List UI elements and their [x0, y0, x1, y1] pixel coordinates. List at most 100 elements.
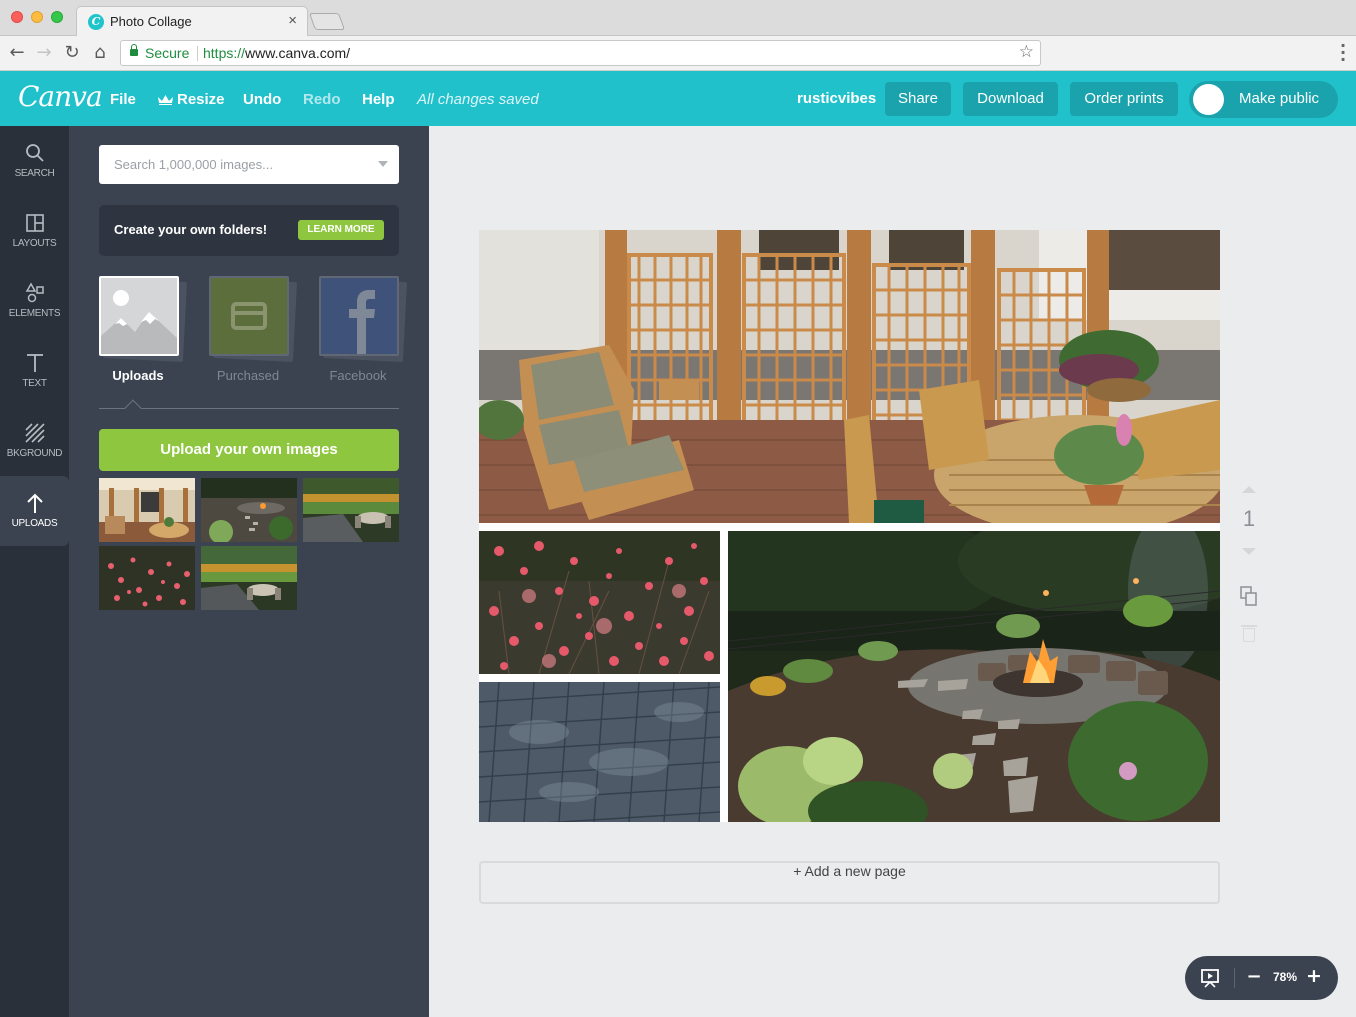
source-facebook[interactable] [319, 276, 408, 363]
address-bar[interactable]: Secure https://www.canva.com/ ☆ [120, 40, 1041, 66]
zoom-controls: − 78% + [1185, 956, 1338, 1000]
source-label-purchased[interactable]: Purchased [198, 368, 298, 383]
patio-thumbnail-image [99, 478, 195, 542]
present-icon[interactable] [1200, 968, 1220, 988]
purchased-tile [209, 276, 289, 356]
source-purchased[interactable] [209, 276, 298, 363]
browser-tab[interactable]: C Photo Collage × [76, 6, 308, 37]
pavers-photo-image [479, 682, 720, 822]
promo-text: Create your own folders! [114, 222, 268, 237]
download-button[interactable]: Download [963, 82, 1058, 116]
canva-logo[interactable]: Canva [18, 80, 103, 113]
app-header: Canva File Resize Undo Redo Help All cha… [0, 71, 1356, 126]
active-source-pointer [124, 399, 142, 417]
zoom-in-button[interactable]: + [1305, 965, 1323, 987]
save-status: All changes saved [417, 91, 539, 108]
url-text[interactable]: https://www.canva.com/ [203, 45, 350, 61]
rail-label: LAYOUTS [12, 238, 57, 249]
source-divider [99, 408, 399, 409]
firepit-photo-image [728, 531, 1220, 822]
learn-more-button[interactable]: LEARN MORE [298, 220, 384, 240]
source-label-uploads[interactable]: Uploads [88, 368, 188, 383]
rail-item-text[interactable]: TEXT [0, 336, 69, 406]
move-page-down-icon[interactable] [1242, 548, 1256, 555]
thumbnail-flowers[interactable] [99, 546, 195, 610]
menu-resize-label: Resize [177, 91, 225, 108]
rail-item-background[interactable]: BKGROUND [0, 406, 69, 476]
dining-thumbnail-image [303, 478, 399, 542]
new-tab-button[interactable] [308, 13, 346, 30]
zoom-out-button[interactable]: − [1245, 966, 1263, 987]
maximize-window-button[interactable] [51, 11, 63, 23]
rail-item-search[interactable]: SEARCH [0, 126, 69, 196]
source-label-facebook[interactable]: Facebook [308, 368, 408, 383]
secure-label: Secure [145, 45, 190, 61]
browser-toolbar: ← → ↻ ⌂ Secure https://www.canva.com/ ☆ … [0, 36, 1356, 71]
menu-redo[interactable]: Redo [303, 91, 341, 108]
menu-undo[interactable]: Undo [243, 91, 281, 108]
delete-page-icon[interactable] [1241, 625, 1257, 642]
reload-icon[interactable]: ↻ [61, 42, 83, 64]
thumbnail-patio[interactable] [99, 478, 195, 542]
background-icon [24, 423, 45, 443]
design-page[interactable] [479, 230, 1220, 822]
flowers-photo-image [479, 531, 720, 674]
firepit-thumbnail-image [201, 478, 297, 542]
forward-arrow-icon[interactable]: → [33, 42, 55, 64]
photo-patio[interactable] [479, 230, 1220, 523]
source-uploads[interactable] [99, 276, 188, 363]
thumbnail-dining-hedge[interactable] [201, 546, 297, 610]
rail-item-layouts[interactable]: LAYOUTS [0, 196, 69, 266]
make-public-toggle[interactable]: Make public [1189, 81, 1338, 118]
flowers-thumbnail-image [99, 546, 195, 610]
canva-favicon-icon: C [88, 14, 104, 30]
bookmark-star-icon[interactable]: ☆ [1019, 42, 1034, 62]
share-button[interactable]: Share [885, 82, 951, 116]
upload-images-button[interactable]: Upload your own images [99, 429, 399, 471]
username[interactable]: rusticvibes [797, 90, 876, 107]
menu-help[interactable]: Help [362, 91, 395, 108]
rail-label: ELEMENTS [8, 308, 61, 319]
close-window-button[interactable] [11, 11, 23, 23]
image-search-input[interactable] [99, 145, 369, 184]
thumbnail-firepit[interactable] [201, 478, 297, 542]
rail-label: BKGROUND [6, 448, 63, 459]
side-rail: SEARCH LAYOUTS ELEMENTS TEXT BKGROUND UP… [0, 126, 69, 1017]
layouts-icon [25, 214, 44, 232]
order-prints-button[interactable]: Order prints [1070, 82, 1178, 116]
folders-promo: Create your own folders! LEARN MORE [99, 205, 399, 256]
home-icon[interactable]: ⌂ [89, 42, 111, 64]
add-new-page-button[interactable]: + Add a new page [479, 861, 1220, 904]
credit-card-icon [231, 302, 267, 330]
url-scheme: https:// [203, 45, 246, 61]
page-number: 1 [1242, 506, 1256, 531]
photo-flowers[interactable] [479, 531, 720, 674]
menu-resize[interactable]: Resize [158, 91, 225, 108]
crown-icon [158, 95, 173, 105]
url-host: www.canva.com/ [245, 45, 351, 61]
zoom-level[interactable]: 78% [1269, 970, 1301, 984]
facebook-icon [349, 290, 375, 354]
make-public-label: Make public [1239, 90, 1320, 107]
menu-file[interactable]: File [110, 91, 136, 108]
rail-item-uploads[interactable]: UPLOADS [0, 476, 69, 546]
photo-firepit[interactable] [728, 531, 1220, 822]
lock-icon [130, 44, 138, 56]
minimize-window-button[interactable] [31, 11, 43, 23]
mountains-icon [101, 290, 177, 354]
zoom-divider [1234, 968, 1235, 988]
image-search-box[interactable] [99, 145, 399, 184]
back-arrow-icon[interactable]: ← [6, 42, 28, 64]
photo-pavers[interactable] [479, 682, 720, 822]
design-canvas-area: 1 + Add a new page − 78% + [429, 126, 1356, 1017]
rail-item-elements[interactable]: ELEMENTS [0, 266, 69, 336]
move-page-up-icon[interactable] [1242, 486, 1256, 493]
tab-close-icon[interactable]: × [288, 12, 297, 29]
browser-menu-icon[interactable]: · · · [1340, 38, 1346, 68]
rail-label: UPLOADS [11, 518, 58, 529]
chevron-down-icon[interactable] [378, 161, 388, 167]
duplicate-page-icon[interactable] [1240, 586, 1258, 606]
thumbnail-dining[interactable] [303, 478, 399, 542]
facebook-tile [319, 276, 399, 356]
search-icon [25, 144, 44, 162]
